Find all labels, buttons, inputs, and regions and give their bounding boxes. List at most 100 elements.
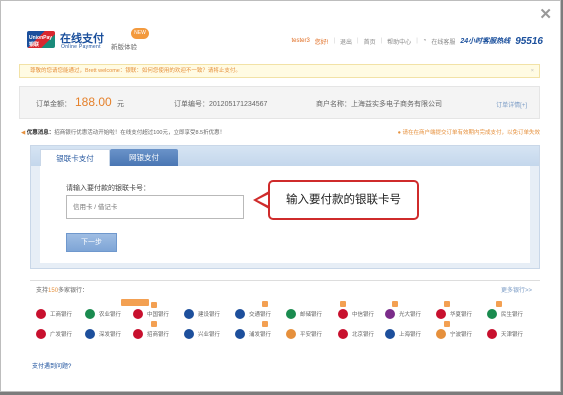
bank-logo-icon (133, 329, 143, 339)
tab-online-banking[interactable]: 网银支付 (110, 149, 178, 166)
bank-option[interactable]: 中信银行 (338, 308, 374, 320)
hotline-number: 95516 (515, 35, 543, 47)
card-number-input[interactable] (66, 195, 244, 219)
discount-badge (340, 301, 346, 307)
bank-name: 光大银行 (399, 312, 422, 318)
bank-option[interactable]: 交通银行 (235, 308, 271, 320)
chat-icon: ◔ (422, 38, 427, 44)
discount-badge (444, 321, 450, 327)
card-number-label: 请输入要付款的银联卡号： (66, 185, 150, 192)
logout-link[interactable]: 退出 (340, 37, 352, 46)
bank-name: 工商银行 (50, 312, 73, 318)
bank-logo-icon (184, 309, 194, 319)
bank-name: 华夏银行 (450, 312, 473, 318)
hotline-label: 24小时客服热线 (460, 38, 511, 45)
bank-option[interactable]: 上海银行 (385, 328, 421, 340)
bulb-icon: ● (397, 130, 401, 136)
discount-badge (151, 321, 157, 327)
tab-unionpay-card[interactable]: 银联卡支付 (40, 149, 110, 167)
bank-logo-icon (235, 329, 245, 339)
discount-badge (151, 302, 157, 308)
bank-logo-icon (85, 309, 95, 319)
bank-option[interactable]: 北京银行 (338, 328, 374, 340)
unionpay-logo: UnionPay 银联 (27, 31, 55, 48)
notice-bar: 尊敬的您请您能通过，Brett welcome：银联：如何您使用的欢迎不一致？请… (19, 64, 540, 78)
bank-name: 浦发银行 (249, 332, 272, 338)
payment-help-link[interactable]: 支付遇到问题? (32, 361, 71, 370)
next-button[interactable]: 下一步 (66, 233, 117, 252)
order-summary: 订单金额： 188.00 元 订单编号：201205171234567 商户名称… (19, 86, 540, 119)
promo-bar: ◀ 优惠消息：招商银行优惠活动开始啦！在线支付超过100元，立即享受8.5折优惠… (21, 128, 540, 138)
username: tester3 (291, 38, 310, 44)
merchant-name: 商户名称：上海益实多电子商务有限公司 (316, 101, 442, 108)
order-detail-link[interactable]: 订单详情[+] (496, 100, 527, 109)
bank-logo-icon (235, 309, 245, 319)
help-link[interactable]: 帮助中心 (387, 37, 411, 46)
discount-badge (262, 301, 268, 307)
amount-value: 188.00 (75, 95, 112, 109)
bank-option[interactable]: 中国银行 (133, 308, 169, 320)
beta-badge: NEW (131, 28, 149, 39)
bank-name: 宁波银行 (450, 332, 473, 338)
bank-logo-icon (385, 309, 395, 319)
order-number: 订单编号：201205171234567 (174, 101, 268, 108)
bank-logo-icon (385, 329, 395, 339)
bank-option[interactable]: 邮储银行 (286, 308, 322, 320)
bank-logo-icon (487, 329, 497, 339)
bank-list-heading: 支持150多家银行： (36, 288, 89, 294)
bank-name: 北京银行 (352, 332, 375, 338)
notice-text: 尊敬的您请您能通过，Brett welcome：银联：如何您使用的欢迎不一致？请… (30, 68, 241, 74)
bank-option[interactable]: 宁波银行 (436, 328, 472, 340)
bank-option[interactable]: 工商银行 (36, 308, 72, 320)
close-icon[interactable]: ✕ (539, 5, 552, 23)
bank-name: 农业银行 (99, 312, 122, 318)
top-nav: tester3 您好! | 退出 | 首页 | 帮助中心 | ◔ 在线客服 24… (291, 35, 543, 47)
more-banks-link[interactable]: 更多银行>> (501, 285, 532, 294)
bank-name: 邮储银行 (300, 312, 323, 318)
bank-logo-icon (184, 329, 194, 339)
bank-logo-icon (436, 309, 446, 319)
bank-logo-icon (36, 309, 46, 319)
bank-option[interactable]: 华夏银行 (436, 308, 472, 320)
promo-prefix: 优惠消息： (26, 130, 55, 136)
bank-option[interactable]: 光大银行 (385, 308, 421, 320)
bank-option[interactable]: 广发银行 (36, 328, 72, 340)
bank-option[interactable]: 浦发银行 (235, 328, 271, 340)
bank-name: 广发银行 (50, 332, 73, 338)
amount-label: 订单金额： (36, 101, 71, 108)
bank-name: 招商银行 (147, 332, 170, 338)
bank-option[interactable]: 兴业银行 (184, 328, 220, 340)
bank-option[interactable]: 天津银行 (487, 328, 523, 340)
bank-name: 民生银行 (501, 312, 524, 318)
discount-badge (444, 301, 450, 307)
bank-option[interactable]: 农业银行 (85, 308, 121, 320)
bank-option[interactable]: 平安银行 (286, 328, 322, 340)
header: UnionPay 银联 在线支付 Online Payment 新版体验 NEW… (19, 23, 547, 57)
bank-option[interactable]: 民生银行 (487, 308, 523, 320)
bank-option[interactable]: 建设银行 (184, 308, 220, 320)
bank-name: 中国银行 (147, 312, 170, 318)
bank-logo-icon (85, 329, 95, 339)
bank-logo-icon (338, 309, 348, 319)
bank-option[interactable]: 招商银行 (133, 328, 169, 340)
bank-option[interactable]: 深发银行 (85, 328, 121, 340)
bank-name: 天津银行 (501, 332, 524, 338)
bank-logo-icon (36, 329, 46, 339)
bank-logo-icon (338, 329, 348, 339)
promo-left: ◀ 优惠消息：招商银行优惠活动开始啦！在线支付超过100元，立即享受8.5折优惠… (21, 128, 225, 136)
bank-list: 支持150多家银行： 更多银行>> 工商银行 农业银行 中国银行 建设银行 交通银行 邮储… (30, 280, 540, 347)
bank-logo-icon (286, 329, 296, 339)
discount-badge (496, 301, 502, 307)
beta-link[interactable]: 新版体验 (111, 41, 137, 51)
notice-close-icon[interactable]: × (531, 65, 534, 77)
support-link[interactable]: 在线客服 (431, 37, 455, 46)
greeting: 您好! (314, 39, 329, 46)
bank-logo-icon (286, 309, 296, 319)
home-link[interactable]: 首页 (364, 37, 376, 46)
callout-box: 输入要付款的银联卡号 (268, 180, 419, 220)
promo-badge (121, 299, 149, 306)
promo-right-text: 请在在商户端提交订单有效期内完成支付，以免订单失效 (402, 130, 540, 136)
promo-right: ● 请在在商户端提交订单有效期内完成支付，以免订单失效 (398, 128, 540, 136)
bank-name: 兴业银行 (198, 332, 221, 338)
megaphone-icon: ◀ (21, 130, 26, 136)
